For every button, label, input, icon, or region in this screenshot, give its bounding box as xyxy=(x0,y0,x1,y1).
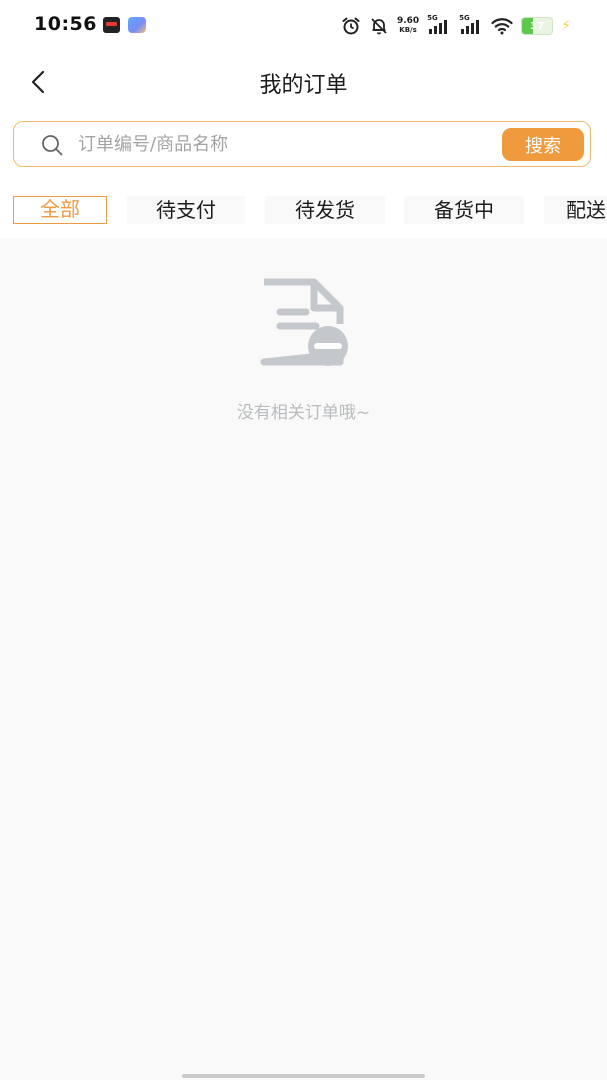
signal-2-label: 5G xyxy=(459,14,470,22)
notification-app-icon xyxy=(103,17,120,33)
battery-icon: 37 xyxy=(521,17,554,35)
status-icons: 9.60 KB/s 5G 5G 37 ⚡ xyxy=(341,14,571,37)
status-time: 10:56 xyxy=(34,13,97,35)
search-button[interactable]: 搜索 xyxy=(502,128,584,161)
network-speed: 9.60 KB/s xyxy=(397,17,419,35)
home-indicator[interactable] xyxy=(182,1074,425,1078)
document-remove-icon xyxy=(260,278,348,366)
tab-pending-shipment[interactable]: 待发货 xyxy=(265,196,385,224)
search-box: 搜索 xyxy=(13,121,591,167)
search-icon xyxy=(42,135,63,156)
tab-all[interactable]: 全部 xyxy=(13,196,107,224)
signal-1-label: 5G xyxy=(427,14,438,22)
network-speed-unit: KB/s xyxy=(399,26,417,34)
tab-preparing[interactable]: 备货中 xyxy=(404,196,524,224)
signal-icon-1: 5G xyxy=(427,14,451,34)
wifi-icon xyxy=(491,18,513,35)
page-title: 我的订单 xyxy=(259,73,348,98)
network-speed-value: 9.60 xyxy=(396,16,420,26)
empty-state-message: 没有相关订单哦~ xyxy=(236,403,371,423)
order-list-area: 没有相关订单哦~ xyxy=(0,238,607,1080)
order-status-tabs: 全部 待支付 待发货 备货中 配送中 xyxy=(0,180,607,238)
header: 我的订单 xyxy=(0,52,607,112)
tab-delivering[interactable]: 配送中 xyxy=(544,196,607,224)
notification-app-icon-2 xyxy=(128,17,146,33)
mute-bell-icon xyxy=(371,18,387,35)
search-bar: 搜索 xyxy=(0,112,607,180)
battery-level: 37 xyxy=(530,20,545,32)
tab-pending-payment[interactable]: 待支付 xyxy=(127,196,245,224)
status-bar: 10:56 9.60 KB/s 5G 5G 37 ⚡ xyxy=(0,0,607,52)
signal-icon-2: 5G xyxy=(459,14,483,34)
search-input[interactable] xyxy=(78,130,488,158)
alarm-icon xyxy=(342,17,360,35)
charging-bolt-icon: ⚡ xyxy=(561,18,571,34)
